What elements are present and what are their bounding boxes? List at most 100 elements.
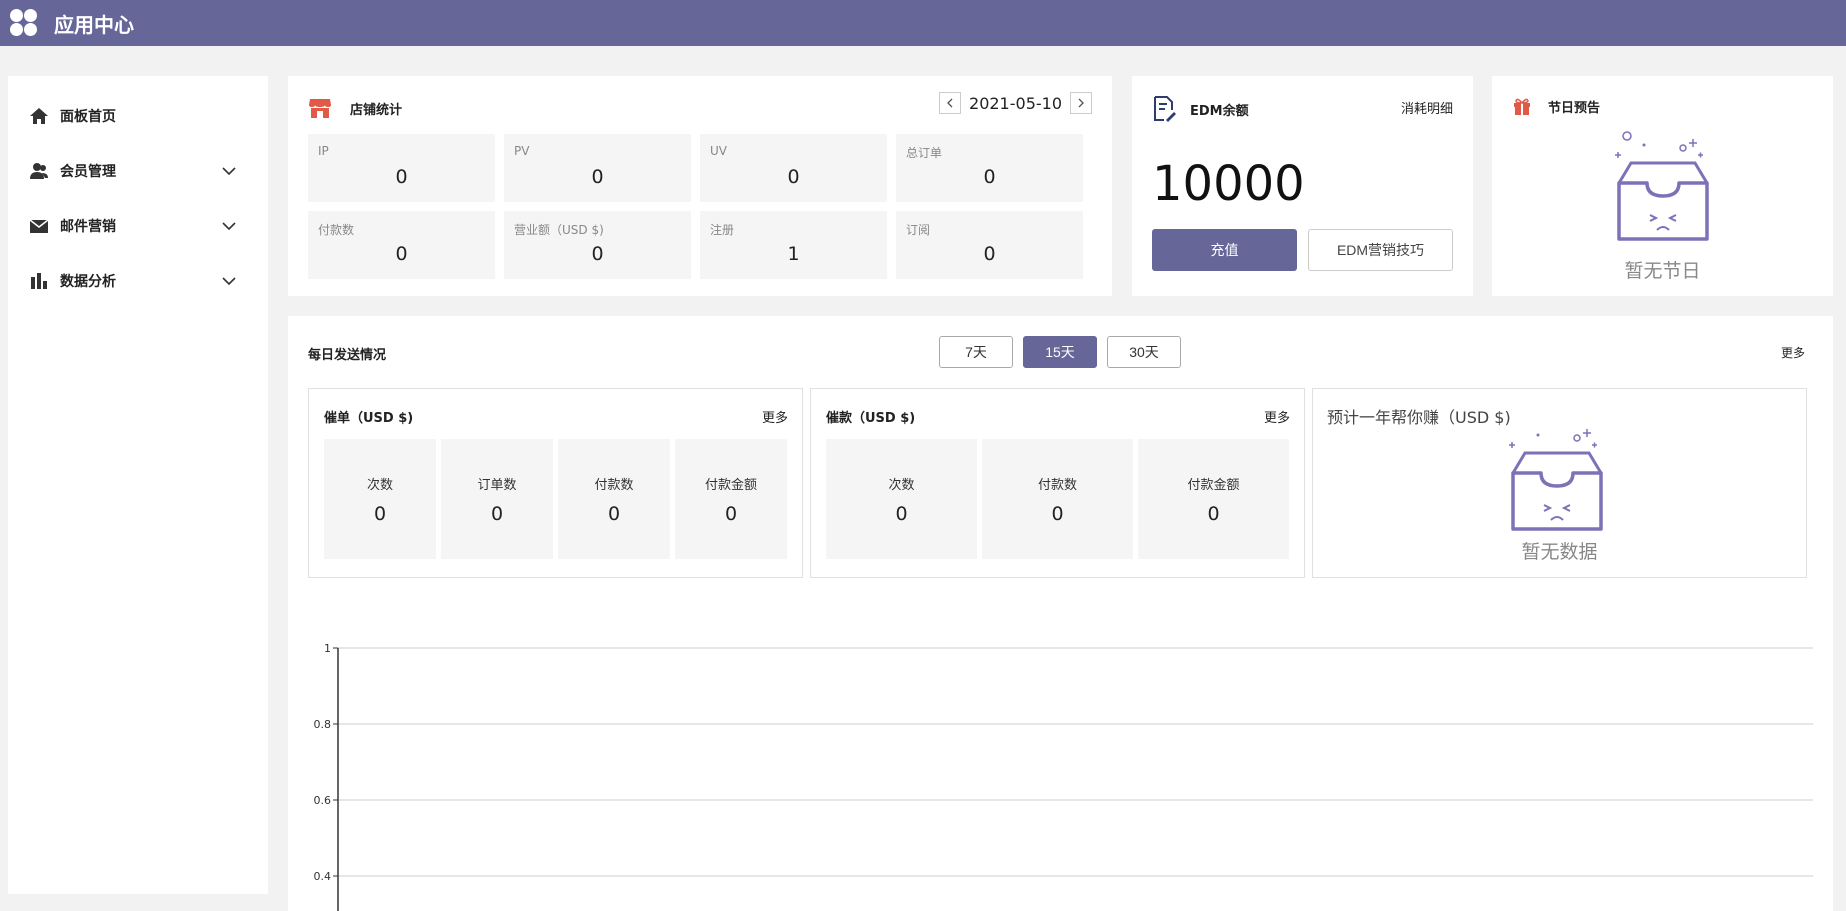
stat-label: 订阅 — [906, 223, 931, 237]
bar-chart-icon — [28, 270, 50, 292]
payment-reminder-more-link[interactable]: 更多 — [1264, 407, 1290, 426]
daily-title: 每日发送情况 — [308, 348, 387, 363]
payment-reminder-title: 催款（USD $) — [826, 411, 916, 426]
daily-more-link[interactable]: 更多 — [1781, 344, 1805, 361]
recharge-button[interactable]: 充值 — [1152, 229, 1297, 271]
members-icon — [28, 160, 50, 182]
y-tick-label: 0.4 — [314, 870, 332, 883]
payment-reminder-panel: 催款（USD $) 更多 次数 0 付款数 0 付款金额 0 — [810, 388, 1305, 578]
stat-value: 0 — [983, 166, 996, 188]
consumption-detail-link[interactable]: 消耗明细 — [1401, 98, 1453, 117]
app-logo-icon — [10, 9, 38, 37]
stat-grid: IP 0 PV 0 UV 0 总订单 0 付款数 0 营业额（USD $) 0 注册 1 订阅… — [308, 134, 1083, 279]
range-7-days-button[interactable]: 7天 — [939, 336, 1013, 368]
metric-label: 付款数 — [594, 477, 634, 493]
mail-icon — [28, 215, 50, 237]
payment-reminder-metrics: 次数 0 付款数 0 付款金额 0 — [826, 439, 1289, 559]
store-icon — [309, 99, 331, 118]
order-reminder-metrics: 次数 0 订单数 0 付款数 0 付款金额 0 — [324, 439, 787, 559]
sidebar-item-label: 面板首页 — [60, 108, 116, 125]
gift-icon — [1514, 98, 1530, 115]
sidebar-item-label: 邮件营销 — [60, 218, 116, 235]
edm-header: EDM余额 — [1152, 96, 1249, 122]
chevron-down-icon[interactable] — [222, 274, 236, 288]
metric-value: 0 — [373, 502, 387, 525]
stat-subscriptions: 订阅 0 — [896, 211, 1083, 279]
stat-total-orders: 总订单 0 — [896, 134, 1083, 202]
yearly-forecast-title: 预计一年帮你赚（USD $) — [1327, 408, 1511, 427]
order-reminder-panel: 催单（USD $) 更多 次数 0 订单数 0 付款数 0 付款金额 0 — [308, 388, 803, 578]
empty-box-icon — [1615, 131, 1709, 241]
stat-payments: 付款数 0 — [308, 211, 495, 279]
yearly-forecast-panel: 预计一年帮你赚（USD $) 暂无数据 — [1312, 388, 1807, 578]
store-stats-header: 店铺统计 — [308, 96, 402, 120]
stat-value: 0 — [395, 166, 408, 188]
stat-value: 0 — [591, 166, 604, 188]
range-15-days-button[interactable]: 15天 — [1023, 336, 1097, 368]
stat-label: 营业额（USD $) — [514, 223, 604, 237]
edm-balance-value: 10000 — [1152, 156, 1305, 212]
stat-ip: IP 0 — [308, 134, 495, 202]
stat-label: PV — [514, 144, 530, 158]
metric-label: 付款数 — [1037, 477, 1077, 493]
sidebar-item-label: 数据分析 — [60, 273, 116, 290]
sidebar-item-dashboard[interactable]: 面板首页 — [8, 88, 268, 143]
top-bar: 应用中心 — [0, 0, 1846, 46]
metric-value: 0 — [1207, 502, 1220, 525]
chevron-down-icon[interactable] — [222, 219, 236, 233]
chevron-left-icon — [947, 98, 953, 108]
stat-pv: PV 0 — [504, 134, 691, 202]
stat-revenue: 营业额（USD $) 0 — [504, 211, 691, 279]
metric-box: 次数 0 — [324, 439, 436, 559]
stat-label: IP — [318, 144, 329, 158]
sidebar: 面板首页 会员管理 邮件营销 数据分析 — [8, 76, 268, 894]
metric-value: 0 — [1051, 502, 1064, 525]
sidebar-item-email-marketing[interactable]: 邮件营销 — [8, 198, 268, 253]
metric-value: 0 — [607, 502, 621, 525]
metric-label: 次数 — [888, 477, 915, 493]
stat-uv: UV 0 — [700, 134, 887, 202]
daily-sending-card: 每日发送情况 7天 15天 30天 更多 催单（USD $) 更多 次数 0 订单… — [288, 316, 1833, 911]
metric-label: 付款金额 — [704, 477, 757, 493]
stat-registrations: 注册 1 — [700, 211, 887, 279]
stat-label: UV — [710, 144, 727, 158]
metric-box: 付款数 0 — [558, 439, 670, 559]
store-stats-title: 店铺统计 — [350, 102, 403, 118]
edm-tips-button[interactable]: EDM营销技巧 — [1308, 229, 1453, 271]
holiday-header: 节日预告 — [1512, 96, 1600, 116]
sidebar-item-members[interactable]: 会员管理 — [8, 143, 268, 198]
holiday-empty-text: 暂无节日 — [1624, 260, 1701, 282]
stat-label: 付款数 — [318, 223, 355, 237]
store-stats-card: 店铺统计 2021-05-10 IP 0 PV 0 UV 0 总订单 0 付款数 0 营业… — [288, 76, 1112, 296]
metric-value: 0 — [724, 502, 738, 525]
metric-label: 付款金额 — [1187, 477, 1240, 493]
edm-title: EDM余额 — [1190, 103, 1249, 119]
home-icon — [28, 105, 50, 127]
metric-box: 付款金额 0 — [675, 439, 787, 559]
order-reminder-title: 催单（USD $) — [324, 411, 414, 426]
stat-value: 0 — [787, 166, 800, 188]
next-date-button[interactable] — [1070, 92, 1092, 114]
metric-value: 0 — [895, 502, 908, 525]
stat-label: 注册 — [710, 223, 735, 237]
chevron-right-icon — [1078, 98, 1084, 108]
stat-value: 1 — [787, 243, 800, 265]
metric-box: 付款金额 0 — [1138, 439, 1289, 559]
current-date: 2021-05-10 — [969, 93, 1062, 113]
app-title: 应用中心 — [54, 12, 134, 37]
y-tick-label: 1 — [324, 642, 331, 655]
metric-box: 订单数 0 — [441, 439, 553, 559]
metric-box: 付款数 0 — [982, 439, 1133, 559]
sidebar-item-label: 会员管理 — [60, 163, 116, 180]
sidebar-item-data-analysis[interactable]: 数据分析 — [8, 253, 268, 308]
forecast-empty-text: 暂无数据 — [1521, 541, 1598, 563]
prev-date-button[interactable] — [939, 92, 962, 114]
metric-label: 次数 — [366, 477, 393, 493]
chevron-down-icon[interactable] — [222, 164, 236, 178]
order-reminder-more-link[interactable]: 更多 — [762, 407, 788, 426]
metric-value: 0 — [490, 502, 504, 525]
empty-box-icon — [1509, 429, 1603, 531]
y-tick-label: 0.8 — [314, 718, 332, 731]
edm-balance-card: EDM余额 消耗明细 10000 充值 EDM营销技巧 — [1132, 76, 1473, 296]
range-30-days-button[interactable]: 30天 — [1107, 336, 1181, 368]
